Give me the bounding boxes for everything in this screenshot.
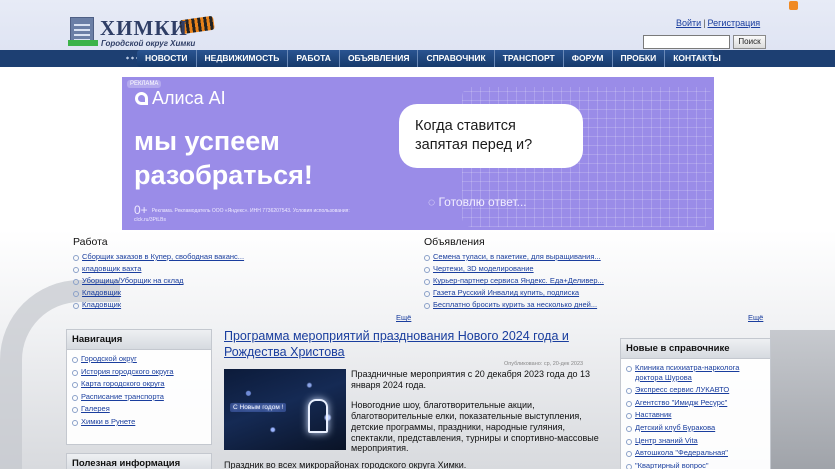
register-link[interactable]: Регистрация	[708, 18, 761, 28]
article-image[interactable]: С Новым годом !	[224, 369, 346, 450]
list-item[interactable]: Уборщица/Уборщик на склад	[73, 275, 403, 287]
ad-banner[interactable]: РЕКЛАМА Алиса AI мы успеем разобраться! …	[122, 77, 714, 230]
search-button[interactable]: Поиск	[733, 35, 766, 49]
directory-title: Новые в справочнике	[621, 339, 770, 359]
ad-label: РЕКЛАМА	[127, 80, 162, 88]
list-item[interactable]: Галерея	[72, 404, 206, 414]
list-item[interactable]: Автошкола "Федеральная"	[626, 448, 765, 458]
list-item[interactable]: Кладовщик	[73, 287, 403, 299]
jobs-more-link[interactable]: Ещё	[396, 313, 411, 322]
logo-subtitle: Городской округ Химки	[101, 39, 196, 48]
ad-answer: ◌ Готовлю ответ...	[428, 195, 527, 209]
image-caption: С Новым годом !	[230, 403, 287, 412]
list-item[interactable]: Бесплатно бросить курить за несколько дн…	[424, 299, 754, 311]
list-item[interactable]: Химки в Рунете	[72, 417, 206, 427]
main-navbar: НОВОСТИ НЕДВИЖИМОСТЬ РАБОТА ОБЪЯВЛЕНИЯ С…	[0, 50, 835, 67]
logo-title: ХИМКИ	[100, 16, 188, 40]
nav-forum[interactable]: ФОРУМ	[564, 50, 613, 67]
article-title[interactable]: Программа мероприятий празднования Новог…	[224, 329, 569, 359]
list-item[interactable]: Детский клуб Буракова	[626, 423, 765, 433]
jobs-section: Работа Сборщик заказов в Купер, свободна…	[73, 236, 403, 311]
age-rating-icon: 0+	[134, 203, 148, 217]
nav-realty[interactable]: НЕДВИЖИМОСТЬ	[197, 50, 289, 67]
rss-icon[interactable]	[789, 1, 798, 10]
nav-jobs[interactable]: РАБОТА	[288, 50, 340, 67]
nav-ads[interactable]: ОБЪЯВЛЕНИЯ	[340, 50, 419, 67]
article-paragraph: Праздничные мероприятия с 20 декабря 202…	[351, 369, 590, 390]
list-item[interactable]: Городской округ	[72, 354, 206, 364]
list-item[interactable]: История городского округа	[72, 367, 206, 377]
article-paragraph: Новогодние шоу, благотворительные акции,…	[351, 399, 599, 454]
alice-logo-icon	[135, 92, 148, 105]
background-city	[770, 330, 835, 469]
auth-separator: |	[703, 18, 706, 28]
classifieds-title: Объявления	[424, 236, 485, 248]
list-item[interactable]: Карта городского округа	[72, 379, 206, 389]
news-article: Программа мероприятий празднования Новог…	[224, 328, 604, 469]
ad-legal-text: 0+ Реклама. Рекламодатель ООО «Яндекс». И…	[134, 203, 350, 223]
nav-transport[interactable]: ТРАНСПОРТ	[495, 50, 564, 67]
useful-info-title: Полезная информация	[67, 454, 211, 469]
nav-dots-right-icon	[697, 56, 711, 60]
list-item[interactable]: Кладовщик	[73, 299, 403, 311]
ad-brand-name: Алиса AI	[152, 88, 226, 108]
article-date: Опубликовано: ср, 20-дек 2023	[504, 361, 584, 367]
list-item[interactable]: Экспресс сервис ЛУКАВТО	[626, 385, 765, 395]
illuminated-deer-figure	[308, 399, 328, 433]
useful-info-box: Полезная информация	[66, 453, 212, 469]
directory-box: Новые в справочнике Клиника психиатра-на…	[620, 338, 771, 469]
grass-decoration	[68, 40, 98, 46]
classifieds-more-link[interactable]: Ещё	[748, 313, 763, 322]
site-logo[interactable]: ХИМКИ Городской округ Химки	[68, 14, 218, 48]
list-item[interactable]: Газета Русский Инвалид купить, подписка	[424, 287, 754, 299]
list-item[interactable]: Клиника психиатра-нарколога доктора Шуро…	[626, 363, 765, 382]
jobs-title: Работа	[73, 236, 108, 248]
main-menu: НОВОСТИ НЕДВИЖИМОСТЬ РАБОТА ОБЪЯВЛЕНИЯ С…	[137, 50, 721, 67]
classifieds-section: Объявления Семена туласи, в пакетике, дл…	[424, 236, 754, 311]
list-item[interactable]: Центр знаний Vita	[626, 436, 765, 446]
auth-links: Войти | Регистрация	[676, 18, 760, 28]
nav-news[interactable]: НОВОСТИ	[137, 50, 197, 67]
login-link[interactable]: Войти	[676, 18, 701, 28]
nav-directory[interactable]: СПРАВОЧНИК	[418, 50, 495, 67]
list-item[interactable]: Курьер-партнер сервиса Яндекс. Еда+Делив…	[424, 275, 754, 287]
article-paragraph: Праздник во всех микрорайонах городского…	[224, 460, 467, 469]
list-item[interactable]: "Квартирный вопрос"	[626, 461, 765, 469]
list-item[interactable]: Сборщик заказов в Купер, свободная вакан…	[73, 251, 403, 263]
site-header: ХИМКИ Городской округ Химки Войти | Регист…	[0, 0, 835, 50]
ad-slogan: мы успеем разобраться!	[134, 126, 313, 190]
navigation-box: Навигация Городской округ История городс…	[66, 329, 212, 445]
list-item[interactable]: Наставник	[626, 410, 765, 420]
article-body: Праздничные мероприятия с 20 декабря 202…	[351, 369, 601, 463]
ad-brand: Алиса AI	[135, 88, 226, 109]
list-item[interactable]: Расписание транспорта	[72, 392, 206, 402]
list-item[interactable]: Семена туласи, в пакетике, для выращиван…	[424, 251, 754, 263]
navigation-title: Навигация	[67, 330, 211, 350]
list-item[interactable]: Чертежи, 3D моделирование	[424, 263, 754, 275]
list-item[interactable]: кладовщик вахта	[73, 263, 403, 275]
ad-question-card: Когда ставится запятая перед и?	[399, 104, 583, 168]
search-input[interactable]	[643, 35, 730, 49]
list-item[interactable]: Агентство "Имидж Ресурс"	[626, 398, 765, 408]
nav-traffic[interactable]: ПРОБКИ	[613, 50, 666, 67]
